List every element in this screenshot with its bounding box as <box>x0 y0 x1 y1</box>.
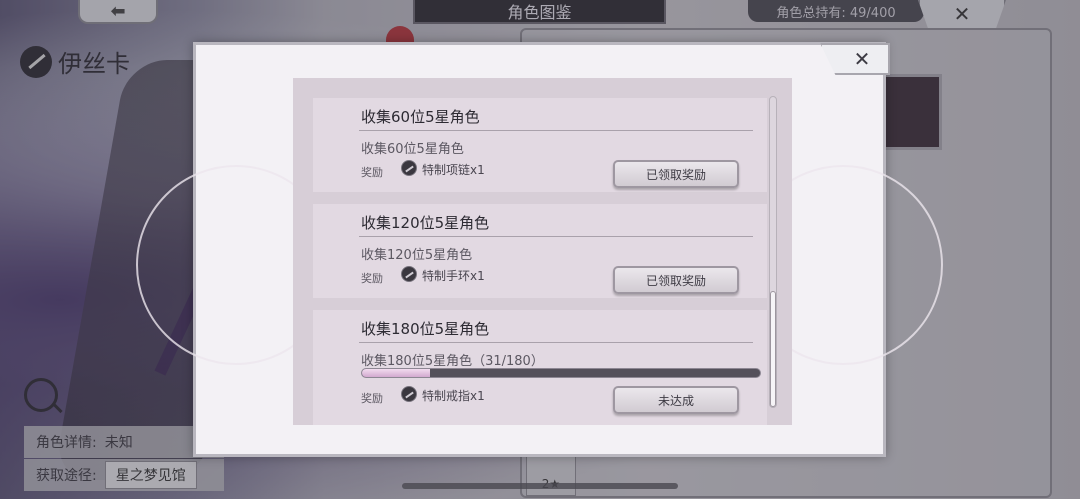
claimed-reward-button[interactable]: 已领取奖励 <box>613 160 739 188</box>
reward-item-description: 收集180位5星角色（31/180） <box>361 354 544 369</box>
close-icon: ✕ <box>853 47 871 71</box>
scrollbar[interactable] <box>769 96 777 408</box>
home-indicator[interactable] <box>402 483 678 489</box>
reward-label: 奖励 <box>361 166 383 179</box>
collection-progress-bar <box>361 368 761 378</box>
reward-item: 收集120位5星角色 收集120位5星角色 奖励 特制手环x1 已领取奖励 <box>313 204 767 298</box>
divider <box>359 236 753 237</box>
bracelet-icon <box>401 266 417 282</box>
reward-label: 奖励 <box>361 272 383 285</box>
not-achieved-button[interactable]: 未达成 <box>613 386 739 414</box>
dialog-close-button[interactable]: ✕ <box>820 43 890 75</box>
reward-name: 特制手环x1 <box>422 269 485 283</box>
reward-name: 特制戒指x1 <box>422 389 485 403</box>
reward-list[interactable]: 收集60位5星角色 收集60位5星角色 奖励 特制项链x1 已领取奖励 收集12… <box>293 78 792 425</box>
reward-item-title: 收集120位5星角色 <box>361 214 490 232</box>
ring-icon <box>401 386 417 402</box>
reward-item-description: 收集120位5星角色 <box>361 248 473 263</box>
reward-item-title: 收集60位5星角色 <box>361 108 480 126</box>
reward-label: 奖励 <box>361 392 383 405</box>
progress-fill <box>362 369 431 377</box>
reward-name: 特制项链x1 <box>422 163 485 177</box>
reward-item-title: 收集180位5星角色 <box>361 320 490 338</box>
reward-item-description: 收集60位5星角色 <box>361 142 464 157</box>
divider <box>359 342 753 343</box>
divider <box>359 130 753 131</box>
claimed-reward-button[interactable]: 已领取奖励 <box>613 266 739 294</box>
scrollbar-thumb[interactable] <box>770 291 776 407</box>
collection-rewards-dialog: ✕ 收集60位5星角色 收集60位5星角色 奖励 特制项链x1 已领取奖励 收集… <box>136 42 943 457</box>
reward-item: 收集60位5星角色 收集60位5星角色 奖励 特制项链x1 已领取奖励 <box>313 98 767 192</box>
reward-item: 收集180位5星角色 收集180位5星角色（31/180） 奖励 特制戒指x1 … <box>313 310 767 425</box>
necklace-icon <box>401 160 417 176</box>
